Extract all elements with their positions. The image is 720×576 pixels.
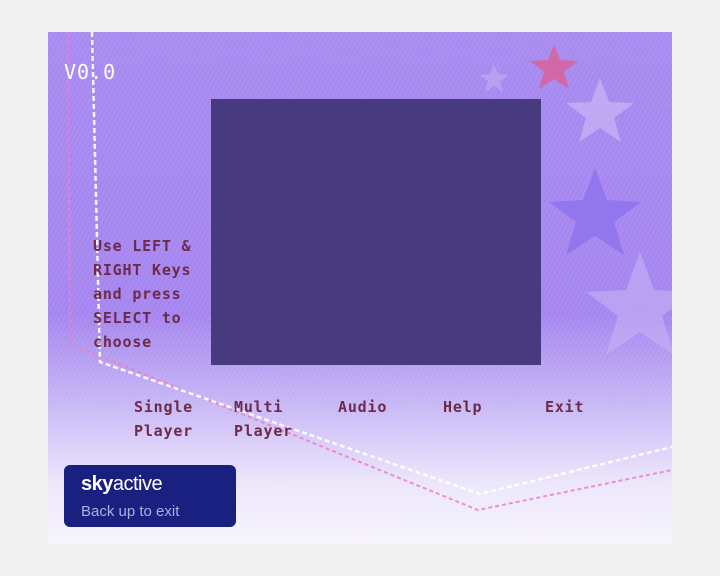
sky-active-logo: skyactive — [81, 473, 163, 496]
menu-exit[interactable]: Exit — [545, 395, 584, 419]
instructions-text: Use LEFT & RIGHT Keys and press SELECT t… — [93, 237, 192, 351]
menu-single-player[interactable]: Single Player — [134, 395, 193, 443]
sky-logo-bold: sky — [81, 473, 113, 495]
star-small — [479, 64, 509, 92]
sky-active-panel[interactable]: skyactive Back up to exit — [64, 465, 236, 527]
menu-help[interactable]: Help — [443, 395, 482, 419]
star-pink — [530, 44, 578, 89]
star-light-bottom — [586, 252, 672, 355]
star-light-top — [566, 78, 634, 142]
game-preview-panel — [211, 99, 541, 365]
menu-audio[interactable]: Audio — [338, 395, 387, 419]
star-blue — [549, 168, 641, 255]
back-up-to-exit-text: Back up to exit — [81, 503, 180, 520]
sky-logo-light: active — [112, 473, 163, 495]
menu-multi-player[interactable]: Multi Player — [234, 395, 293, 443]
version-label: V0.0 — [64, 60, 117, 84]
game-screen: V0.0 Use LEFT & RIGHT Keys and press SEL… — [48, 32, 672, 544]
